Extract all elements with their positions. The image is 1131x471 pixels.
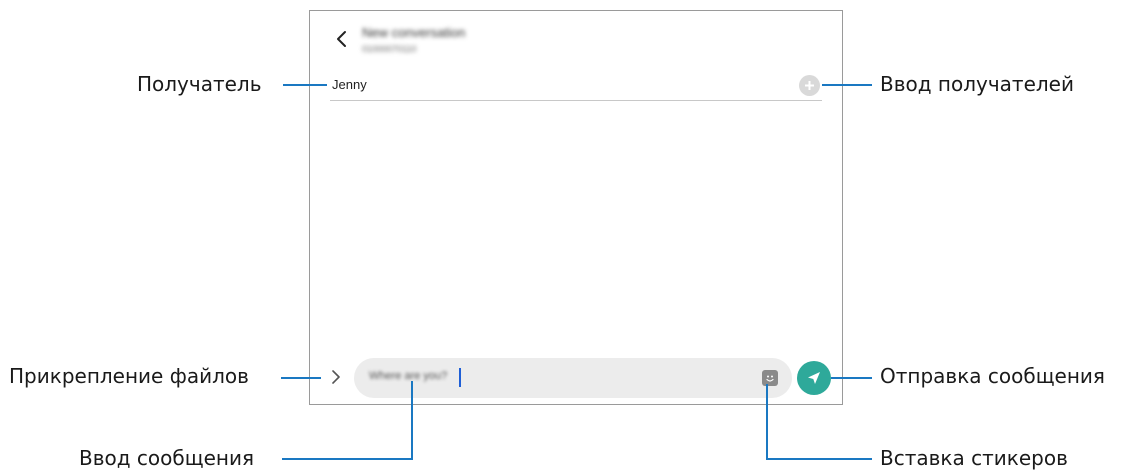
send-button[interactable] — [797, 361, 831, 395]
conversation-header: New conversation 01000070110 — [362, 25, 465, 54]
paper-plane-icon — [808, 372, 820, 384]
callout-insert-stickers: Вставка стикеров — [880, 446, 1068, 470]
add-recipient-button[interactable] — [799, 75, 820, 96]
conversation-subtitle: 01000070110 — [362, 44, 417, 54]
leader-line-insert-stickers-v — [766, 384, 768, 460]
callout-enter-message: Ввод сообщения — [79, 446, 254, 470]
chevron-right-icon — [332, 370, 340, 384]
leader-line-recipient — [283, 84, 327, 86]
conversation-title: New conversation — [362, 25, 466, 40]
leader-line-insert-stickers-h — [766, 458, 872, 460]
attach-files-button[interactable] — [325, 364, 347, 390]
leader-line-enter-message-v — [411, 381, 413, 460]
leader-line-enter-message-h — [282, 458, 413, 460]
message-input[interactable]: Where are you? — [354, 358, 792, 398]
recipient-field[interactable]: Jenny — [330, 73, 822, 101]
back-button[interactable] — [331, 25, 353, 53]
chevron-left-icon — [337, 31, 346, 47]
message-text: Where are you? — [369, 370, 448, 382]
recipient-name: Jenny — [332, 77, 367, 92]
callout-recipient: Получатель — [137, 72, 262, 96]
leader-line-add-recipients — [822, 84, 872, 86]
callout-attach-files: Прикрепление файлов — [9, 364, 249, 388]
leader-line-attach-files — [281, 377, 321, 379]
text-cursor — [459, 368, 461, 387]
sticker-icon — [766, 375, 774, 382]
messaging-screen: New conversation 01000070110 Jenny Where… — [309, 10, 843, 405]
callout-add-recipients: Ввод получателей — [880, 72, 1074, 96]
sticker-button[interactable] — [762, 370, 778, 386]
leader-line-send-message — [831, 377, 872, 379]
callout-send-message: Отправка сообщения — [880, 364, 1105, 388]
plus-icon — [805, 81, 814, 90]
